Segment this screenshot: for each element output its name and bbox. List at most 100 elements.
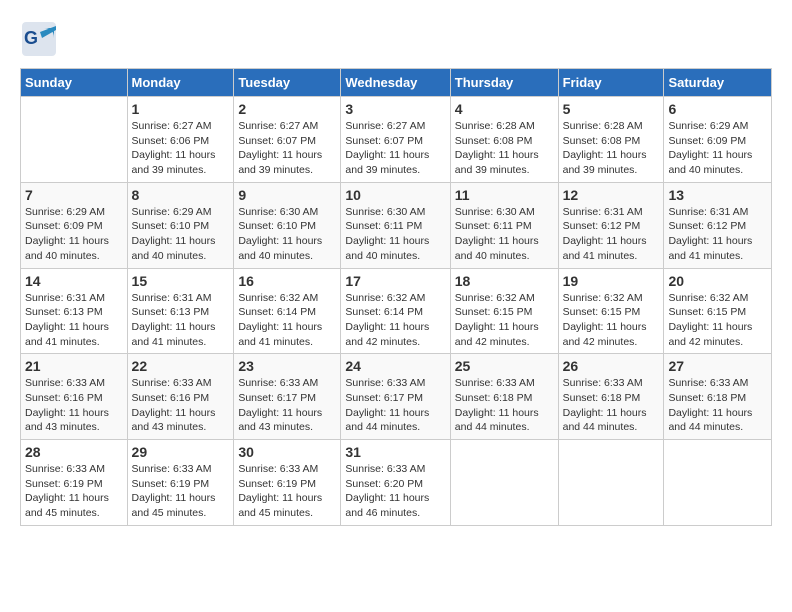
calendar-cell: 19Sunrise: 6:32 AMSunset: 6:15 PMDayligh… [558, 268, 664, 354]
day-number: 28 [25, 444, 123, 460]
day-info: Sunrise: 6:28 AMSunset: 6:08 PMDaylight:… [455, 119, 554, 178]
calendar-cell: 1 Sunrise: 6:27 AMSunset: 6:06 PMDaylight… [127, 97, 234, 183]
weekday-header-row: SundayMondayTuesdayWednesdayThursdayFrid… [21, 69, 772, 97]
day-info: Sunrise: 6:29 AMSunset: 6:09 PMDaylight:… [668, 119, 767, 178]
weekday-header-friday: Friday [558, 69, 664, 97]
day-info: Sunrise: 6:31 AMSunset: 6:13 PMDaylight:… [25, 291, 123, 350]
day-number: 21 [25, 358, 123, 374]
day-number: 23 [238, 358, 336, 374]
calendar-cell: 16 Sunrise: 6:32 AMSunset: 6:14 PMDayligh… [234, 268, 341, 354]
day-info: Sunrise: 6:33 AMSunset: 6:17 PMDaylight:… [345, 376, 445, 435]
calendar-cell: 7 Sunrise: 6:29 AMSunset: 6:09 PMDaylight… [21, 182, 128, 268]
day-number: 20 [668, 273, 767, 289]
calendar-cell: 8 Sunrise: 6:29 AMSunset: 6:10 PMDaylight… [127, 182, 234, 268]
calendar-cell: 3Sunrise: 6:27 AMSunset: 6:07 PMDaylight… [341, 97, 450, 183]
day-info: Sunrise: 6:30 AMSunset: 6:10 PMDaylight:… [238, 205, 336, 264]
calendar-cell: 13 Sunrise: 6:31 AMSunset: 6:12 PMDayligh… [664, 182, 772, 268]
day-number: 13 [668, 187, 767, 203]
day-number: 17 [345, 273, 445, 289]
day-number: 14 [25, 273, 123, 289]
day-number: 27 [668, 358, 767, 374]
weekday-header-monday: Monday [127, 69, 234, 97]
day-info: Sunrise: 6:33 AMSunset: 6:18 PMDaylight:… [563, 376, 660, 435]
calendar-cell: 9Sunrise: 6:30 AMSunset: 6:10 PMDaylight… [234, 182, 341, 268]
day-info: Sunrise: 6:32 AMSunset: 6:14 PMDaylight:… [238, 291, 336, 350]
logo: G [20, 20, 58, 58]
day-info: Sunrise: 6:33 AMSunset: 6:18 PMDaylight:… [668, 376, 767, 435]
day-info: Sunrise: 6:27 AMSunset: 6:06 PMDaylight:… [132, 119, 230, 178]
day-info: Sunrise: 6:33 AMSunset: 6:19 PMDaylight:… [25, 462, 123, 521]
calendar-cell: 24 Sunrise: 6:33 AMSunset: 6:17 PMDayligh… [341, 354, 450, 440]
day-info: Sunrise: 6:33 AMSunset: 6:18 PMDaylight:… [455, 376, 554, 435]
weekday-header-wednesday: Wednesday [341, 69, 450, 97]
day-info: Sunrise: 6:29 AMSunset: 6:09 PMDaylight:… [25, 205, 123, 264]
day-number: 19 [563, 273, 660, 289]
day-number: 7 [25, 187, 123, 203]
calendar-cell: 18 Sunrise: 6:32 AMSunset: 6:15 PMDayligh… [450, 268, 558, 354]
calendar-cell: 28 Sunrise: 6:33 AMSunset: 6:19 PMDayligh… [21, 440, 128, 526]
page-header: G [20, 20, 772, 58]
day-info: Sunrise: 6:30 AMSunset: 6:11 PMDaylight:… [345, 205, 445, 264]
calendar-cell: 17 Sunrise: 6:32 AMSunset: 6:14 PMDayligh… [341, 268, 450, 354]
day-number: 24 [345, 358, 445, 374]
svg-text:G: G [24, 28, 38, 48]
calendar-cell: 31 Sunrise: 6:33 AMSunset: 6:20 PMDayligh… [341, 440, 450, 526]
calendar-cell: 2 Sunrise: 6:27 AMSunset: 6:07 PMDaylight… [234, 97, 341, 183]
day-info: Sunrise: 6:32 AMSunset: 6:14 PMDaylight:… [345, 291, 445, 350]
weekday-header-saturday: Saturday [664, 69, 772, 97]
day-info: Sunrise: 6:33 AMSunset: 6:17 PMDaylight:… [238, 376, 336, 435]
calendar-cell [664, 440, 772, 526]
calendar-table: SundayMondayTuesdayWednesdayThursdayFrid… [20, 68, 772, 526]
day-info: Sunrise: 6:27 AMSunset: 6:07 PMDaylight:… [238, 119, 336, 178]
day-number: 6 [668, 101, 767, 117]
calendar-week-4: 21 Sunrise: 6:33 AMSunset: 6:16 PMDayligh… [21, 354, 772, 440]
day-info: Sunrise: 6:32 AMSunset: 6:15 PMDaylight:… [455, 291, 554, 350]
calendar-cell: 25 Sunrise: 6:33 AMSunset: 6:18 PMDayligh… [450, 354, 558, 440]
calendar-cell [21, 97, 128, 183]
day-info: Sunrise: 6:29 AMSunset: 6:10 PMDaylight:… [132, 205, 230, 264]
day-number: 5 [563, 101, 660, 117]
day-info: Sunrise: 6:28 AMSunset: 6:08 PMDaylight:… [563, 119, 660, 178]
day-info: Sunrise: 6:33 AMSunset: 6:16 PMDaylight:… [25, 376, 123, 435]
calendar-week-1: 1 Sunrise: 6:27 AMSunset: 6:06 PMDaylight… [21, 97, 772, 183]
day-number: 22 [132, 358, 230, 374]
day-info: Sunrise: 6:31 AMSunset: 6:12 PMDaylight:… [563, 205, 660, 264]
calendar-cell: 15 Sunrise: 6:31 AMSunset: 6:13 PMDayligh… [127, 268, 234, 354]
calendar-cell: 4 Sunrise: 6:28 AMSunset: 6:08 PMDaylight… [450, 97, 558, 183]
calendar-cell [450, 440, 558, 526]
calendar-cell [558, 440, 664, 526]
calendar-cell: 29Sunrise: 6:33 AMSunset: 6:19 PMDayligh… [127, 440, 234, 526]
weekday-header-sunday: Sunday [21, 69, 128, 97]
calendar-cell: 6 Sunrise: 6:29 AMSunset: 6:09 PMDaylight… [664, 97, 772, 183]
day-number: 16 [238, 273, 336, 289]
calendar-cell: 20 Sunrise: 6:32 AMSunset: 6:15 PMDayligh… [664, 268, 772, 354]
weekday-header-thursday: Thursday [450, 69, 558, 97]
day-number: 1 [132, 101, 230, 117]
calendar-cell: 5 Sunrise: 6:28 AMSunset: 6:08 PMDaylight… [558, 97, 664, 183]
calendar-cell: 21 Sunrise: 6:33 AMSunset: 6:16 PMDayligh… [21, 354, 128, 440]
day-info: Sunrise: 6:33 AMSunset: 6:20 PMDaylight:… [345, 462, 445, 521]
day-info: Sunrise: 6:31 AMSunset: 6:13 PMDaylight:… [132, 291, 230, 350]
calendar-week-2: 7 Sunrise: 6:29 AMSunset: 6:09 PMDaylight… [21, 182, 772, 268]
calendar-week-5: 28 Sunrise: 6:33 AMSunset: 6:19 PMDayligh… [21, 440, 772, 526]
day-number: 4 [455, 101, 554, 117]
day-number: 10 [345, 187, 445, 203]
day-number: 12 [563, 187, 660, 203]
day-number: 15 [132, 273, 230, 289]
day-number: 8 [132, 187, 230, 203]
day-number: 11 [455, 187, 554, 203]
day-info: Sunrise: 6:32 AMSunset: 6:15 PMDaylight:… [668, 291, 767, 350]
calendar-cell: 27 Sunrise: 6:33 AMSunset: 6:18 PMDayligh… [664, 354, 772, 440]
day-number: 2 [238, 101, 336, 117]
day-number: 25 [455, 358, 554, 374]
logo-icon: G [20, 20, 58, 58]
day-info: Sunrise: 6:33 AMSunset: 6:19 PMDaylight:… [238, 462, 336, 521]
day-number: 3 [345, 101, 445, 117]
day-number: 31 [345, 444, 445, 460]
day-info: Sunrise: 6:33 AMSunset: 6:19 PMDaylight:… [132, 462, 230, 521]
calendar-cell: 11Sunrise: 6:30 AMSunset: 6:11 PMDayligh… [450, 182, 558, 268]
day-number: 18 [455, 273, 554, 289]
weekday-header-tuesday: Tuesday [234, 69, 341, 97]
calendar-cell: 12 Sunrise: 6:31 AMSunset: 6:12 PMDayligh… [558, 182, 664, 268]
day-info: Sunrise: 6:31 AMSunset: 6:12 PMDaylight:… [668, 205, 767, 264]
